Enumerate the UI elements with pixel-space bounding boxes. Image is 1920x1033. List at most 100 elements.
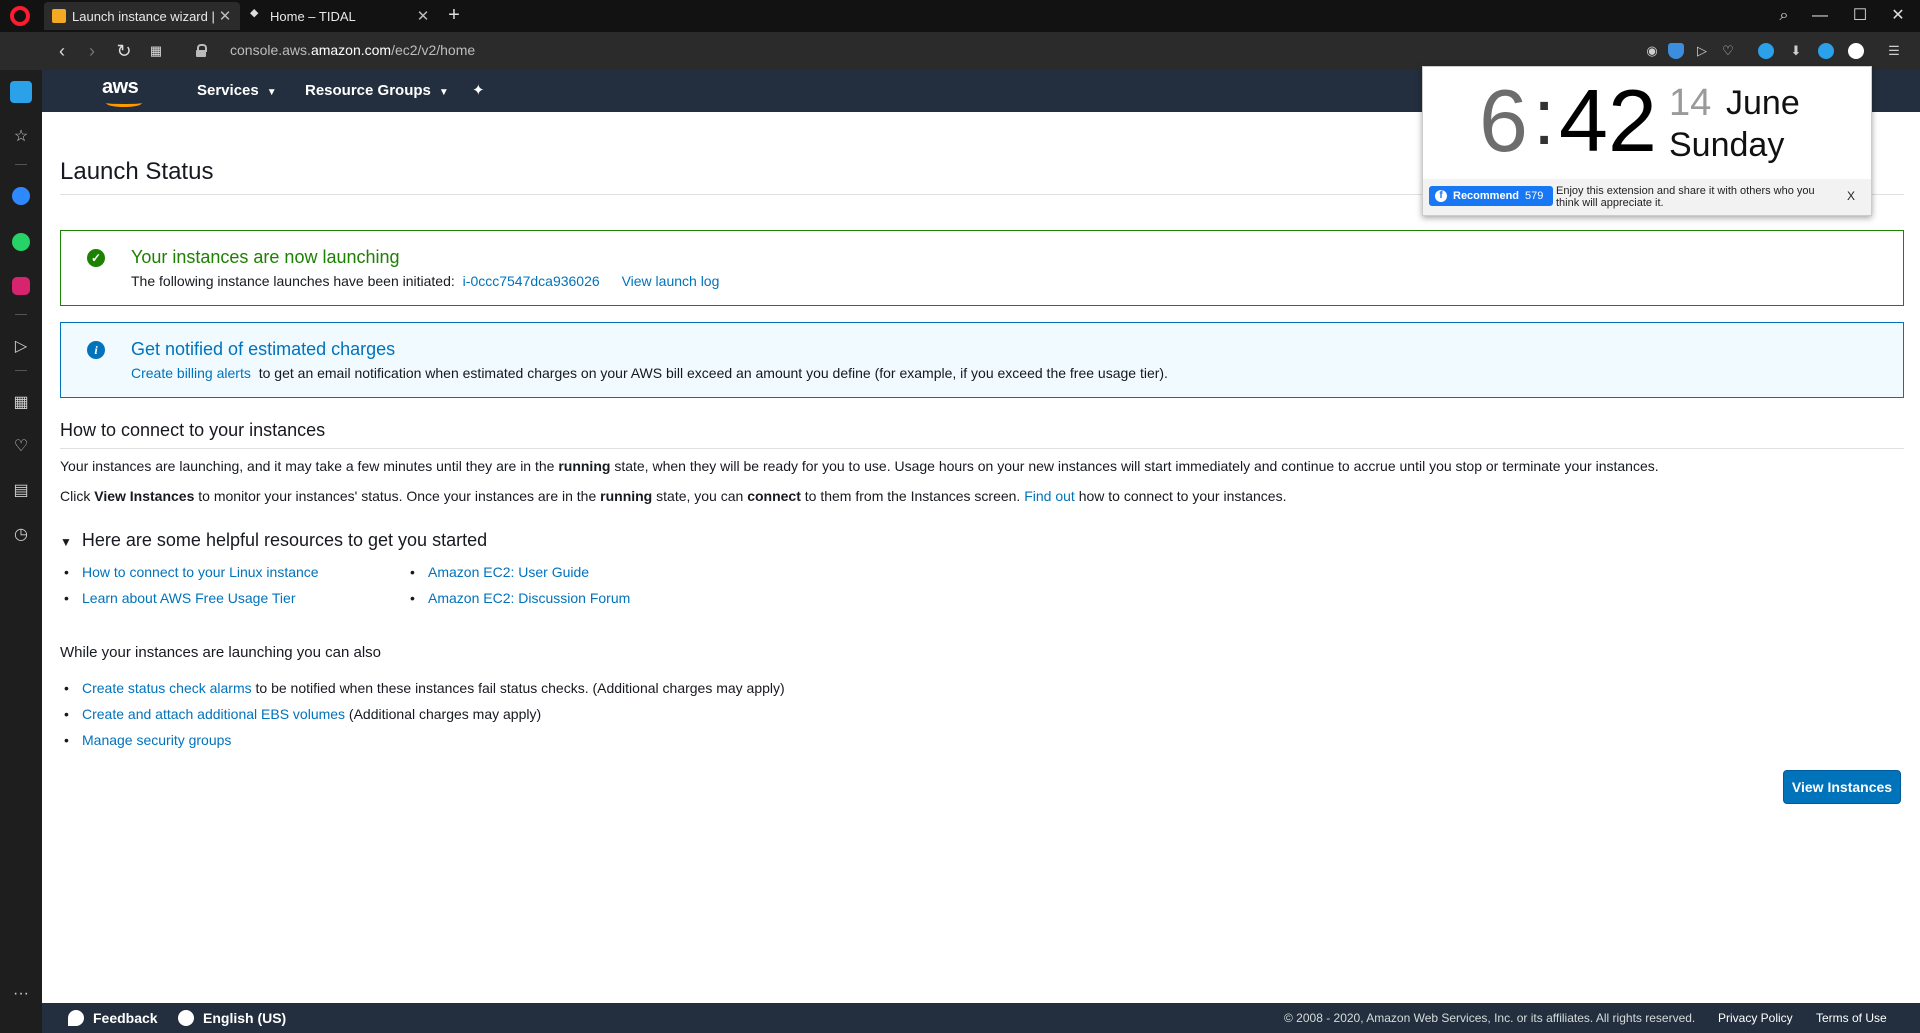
terms-of-use-link[interactable]: Terms of Use (1816, 1011, 1887, 1025)
also-heading: While your instances are launching you c… (60, 644, 382, 661)
home-icon[interactable] (9, 80, 33, 104)
tabs-grid-icon[interactable]: ▦ (144, 39, 168, 63)
sidebar-divider (15, 314, 27, 315)
send-icon[interactable]: ▷ (9, 334, 33, 358)
aws-smile-icon (106, 99, 142, 107)
back-icon[interactable]: ‹ (50, 39, 74, 63)
feedback-button[interactable]: Feedback (68, 1010, 158, 1026)
privacy-policy-link[interactable]: Privacy Policy (1718, 1011, 1793, 1025)
sidebar-divider (15, 370, 27, 371)
language-selector[interactable]: English (US) (178, 1010, 286, 1026)
create-billing-alerts-link[interactable]: Create billing alerts (131, 365, 251, 381)
camera-icon[interactable]: ◉ (1642, 41, 1662, 61)
speed-dial-icon[interactable]: ▦ (9, 390, 33, 414)
maximize-icon[interactable]: ☐ (1848, 4, 1872, 28)
instance-id-link[interactable]: i-0ccc7547dca936026 (463, 273, 600, 289)
also-list: Create status check alarms to be notifie… (60, 680, 785, 758)
heart-icon[interactable]: ♡ (9, 434, 33, 458)
info-body: Create billing alerts to get an email no… (131, 365, 1168, 381)
view-launch-log-link[interactable]: View launch log (622, 273, 720, 289)
resource-groups-menu[interactable]: Resource Groups ▼ (305, 82, 449, 99)
clock-share-bar: f Recommend 579 Enjoy this extension and s… (1423, 179, 1871, 215)
info-alert: i Get notified of estimated charges Crea… (60, 322, 1904, 398)
more-icon[interactable]: ··· (9, 982, 33, 1006)
browser-sidebar: ☆ ▷ ▦ ♡ ▤ ◷ ··· (0, 70, 42, 1033)
reload-icon[interactable]: ↻ (112, 39, 136, 63)
success-body: The following instance launches have bee… (131, 273, 720, 289)
copyright-text: © 2008 - 2020, Amazon Web Services, Inc.… (1284, 1011, 1696, 1025)
divider (60, 448, 1904, 449)
status-check-alarms-link[interactable]: Create status check alarms (82, 680, 252, 696)
tab-label: Home – TIDAL (270, 8, 356, 24)
star-icon[interactable]: ☆ (9, 124, 33, 148)
list-item: Manage security groups (60, 732, 785, 758)
check-circle-icon: ✓ (87, 249, 105, 267)
whatsapp-icon[interactable] (9, 230, 33, 254)
free-tier-link[interactable]: Learn about AWS Free Usage Tier (82, 590, 295, 606)
lock-icon[interactable] (196, 44, 207, 57)
pin-icon[interactable]: ✦ (472, 81, 485, 99)
globe-icon (178, 1010, 194, 1026)
view-instances-button[interactable]: View Instances (1783, 770, 1901, 804)
heart-icon[interactable]: ♡ (1718, 41, 1738, 61)
share-message: Enjoy this extension and share it with o… (1556, 185, 1815, 209)
speech-bubble-icon (68, 1010, 84, 1026)
search-icon[interactable]: ⌕ (1772, 4, 1796, 28)
aws-logo[interactable]: aws (102, 76, 150, 107)
new-tab-plus-icon[interactable]: + (442, 4, 466, 28)
close-window-icon[interactable]: ✕ (1886, 4, 1910, 28)
list-item: Amazon EC2: User Guide (406, 564, 630, 590)
news-icon[interactable]: ▤ (9, 478, 33, 502)
security-groups-link[interactable]: Manage security groups (82, 732, 231, 748)
chevron-down-icon: ▼ (266, 87, 277, 98)
user-guide-link[interactable]: Amazon EC2: User Guide (428, 564, 589, 580)
menu-icon[interactable]: ☰ (1884, 41, 1904, 61)
aws-favicon-icon (52, 9, 66, 23)
telegram-icon[interactable] (1816, 41, 1836, 61)
page-title: Launch Status (60, 158, 214, 185)
connect-paragraph-2: Click View Instances to monitor your ins… (60, 488, 1287, 504)
close-icon[interactable]: ✕ (218, 7, 232, 25)
find-out-link[interactable]: Find out (1024, 488, 1075, 504)
linux-connect-link[interactable]: How to connect to your Linux instance (82, 564, 319, 580)
minimize-icon[interactable]: — (1808, 4, 1832, 28)
aws-footer: Feedback English (US) © 2008 - 2020, Ama… (42, 1003, 1920, 1033)
history-icon[interactable]: ◷ (9, 522, 33, 546)
list-item: Learn about AWS Free Usage Tier (60, 590, 319, 616)
resources-heading[interactable]: ▼ Here are some helpful resources to get … (60, 530, 487, 551)
list-item: Amazon EC2: Discussion Forum (406, 590, 630, 616)
shield-icon[interactable] (1666, 41, 1686, 61)
close-icon[interactable]: ✕ (416, 7, 430, 25)
ebs-volumes-link[interactable]: Create and attach additional EBS volumes (82, 706, 345, 722)
send-icon[interactable]: ▷ (1692, 41, 1712, 61)
sidebar-divider (15, 164, 27, 165)
clock-minute: 42 (1559, 71, 1657, 170)
forward-icon[interactable]: › (80, 39, 104, 63)
clock-colon: : (1533, 72, 1556, 161)
facebook-recommend-button[interactable]: f Recommend 579 (1429, 186, 1553, 206)
browser-tab-bar: Launch instance wizard | EC2 Management … (0, 0, 1920, 32)
clock-extension-popup: 6 : 42 14 June Sunday f Recommend 579 Enjo… (1422, 66, 1872, 216)
extension-bird-icon[interactable] (1756, 41, 1776, 61)
clock-hour: 6 (1479, 71, 1528, 170)
close-popup-button[interactable]: X (1847, 189, 1855, 203)
instagram-icon[interactable] (9, 274, 33, 298)
opera-logo-icon[interactable] (10, 6, 30, 26)
success-alert: ✓ Your instances are now launching The f… (60, 230, 1904, 306)
info-icon: i (87, 341, 105, 359)
download-icon[interactable]: ⬇ (1786, 41, 1806, 61)
clock-day: 14 (1669, 82, 1712, 124)
clock-extension-icon[interactable] (1846, 41, 1866, 61)
tab-tidal[interactable]: Home – TIDAL ✕ (242, 2, 438, 30)
messenger-icon[interactable] (9, 184, 33, 208)
connect-paragraph-1: Your instances are launching, and it may… (60, 458, 1659, 474)
tab-launch-wizard[interactable]: Launch instance wizard | EC2 Management … (44, 2, 240, 30)
discussion-forum-link[interactable]: Amazon EC2: Discussion Forum (428, 590, 630, 606)
connect-heading: How to connect to your instances (60, 420, 326, 440)
tidal-favicon-icon (250, 9, 259, 18)
list-item: Create status check alarms to be notifie… (60, 680, 785, 706)
clock-weekday: Sunday (1669, 126, 1785, 164)
url-field[interactable]: console.aws.amazon.com/ec2/v2/home (230, 42, 475, 58)
clock-month: June (1726, 84, 1800, 122)
services-menu[interactable]: Services ▼ (197, 82, 277, 99)
